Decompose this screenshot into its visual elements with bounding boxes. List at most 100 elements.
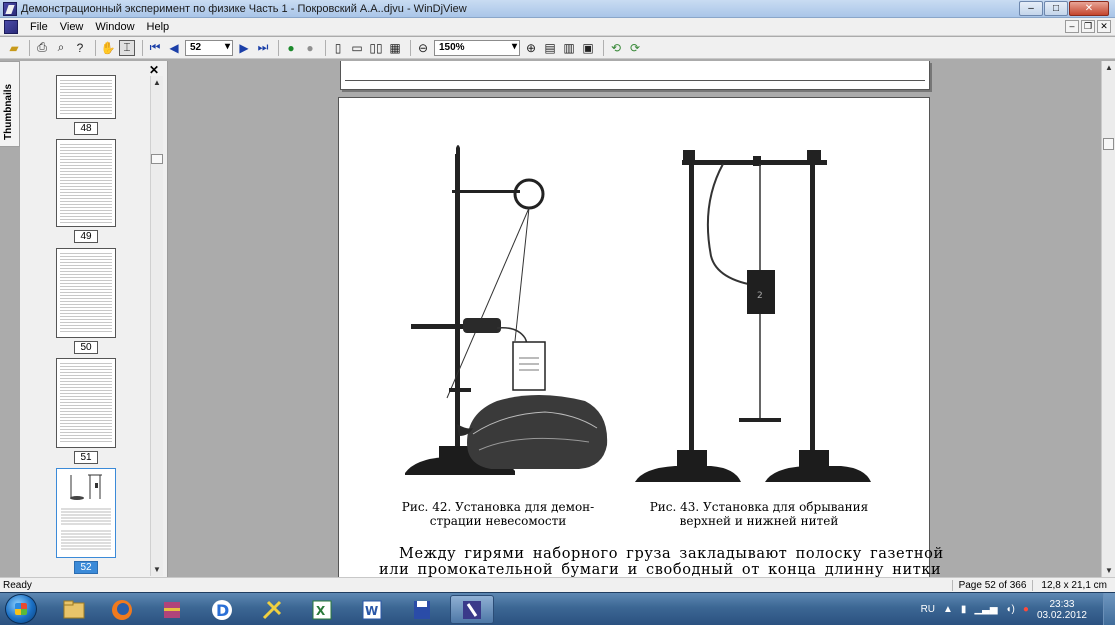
system-tray: RU ▲ ▮ ▁▃▅ ◖) ● 23:33 03.02.2012 xyxy=(921,593,1115,625)
winrar-icon[interactable] xyxy=(150,595,194,624)
thumbnail-page-48[interactable] xyxy=(56,75,116,119)
thumbnail-page-52[interactable] xyxy=(56,468,116,558)
toolbar-separator xyxy=(325,39,326,56)
excel-icon[interactable]: X xyxy=(300,595,344,624)
sidebar-scroll-thumb[interactable] xyxy=(151,154,163,164)
thumbnail-content xyxy=(57,249,115,337)
figure-43-caption: Рис. 43. Установка для обрывания верхней… xyxy=(639,500,879,528)
page-number-input[interactable]: 52 xyxy=(185,39,233,56)
tray-expand-icon[interactable]: ▲ xyxy=(943,604,953,615)
language-indicator[interactable]: RU xyxy=(921,604,935,615)
paragraph-line: Между гирями наборного груза закладывают… xyxy=(399,546,944,562)
help-icon[interactable]: ? xyxy=(72,40,88,56)
tab-thumbnails[interactable]: Thumbnails xyxy=(0,61,20,147)
close-button[interactable]: ✕ xyxy=(1069,1,1109,16)
fit-page-icon[interactable]: ▤ xyxy=(542,40,558,56)
mdi-minimize-button[interactable]: – xyxy=(1065,20,1079,33)
previous-page-icon[interactable]: ◀ xyxy=(166,40,182,56)
caption-line: Рис. 42. Установка для демон- xyxy=(401,500,595,514)
zoom-in-icon[interactable]: ⊕ xyxy=(523,40,539,56)
toolbar-separator xyxy=(410,39,411,56)
status-text: Ready xyxy=(3,579,32,591)
clock-date: 03.02.2012 xyxy=(1036,609,1087,621)
menu-file[interactable]: File xyxy=(24,21,54,33)
scroll-up-icon[interactable]: ▲ xyxy=(153,78,161,87)
utility-icon[interactable] xyxy=(250,595,294,624)
mdi-restore-button[interactable]: ❐ xyxy=(1081,20,1095,33)
next-page-icon[interactable]: ▶ xyxy=(236,40,252,56)
toolbar-separator xyxy=(95,39,96,56)
document-icon[interactable] xyxy=(4,19,18,34)
mdi-close-button[interactable]: ✕ xyxy=(1097,20,1111,33)
scroll-up-icon[interactable]: ▲ xyxy=(1105,63,1113,72)
toolbar-separator xyxy=(142,39,143,56)
menu-view[interactable]: View xyxy=(54,21,90,33)
thumbnail-label[interactable]: 48 xyxy=(74,122,98,135)
actual-size-icon[interactable]: ▣ xyxy=(580,40,596,56)
volume-icon[interactable]: ◖) xyxy=(1006,604,1015,615)
page-indicator: Page 52 of 366 xyxy=(951,579,1033,591)
thumbnail-label[interactable]: 50 xyxy=(74,341,98,354)
menu-window[interactable]: Window xyxy=(89,21,140,33)
svg-text:2: 2 xyxy=(757,291,763,301)
toolbar-separator xyxy=(278,39,279,56)
minimize-button[interactable]: – xyxy=(1019,1,1043,16)
rotate-left-icon[interactable]: ⟲ xyxy=(608,40,624,56)
thumbnail-page-50[interactable] xyxy=(56,248,116,338)
document-scroll-thumb[interactable] xyxy=(1103,138,1114,150)
thumbnail-page-51[interactable] xyxy=(56,358,116,448)
thumbnail-preview xyxy=(61,474,111,550)
first-page-icon[interactable]: ⏮ xyxy=(147,40,163,56)
thumbnail-label-selected[interactable]: 52 xyxy=(74,561,98,574)
thumbnail-label[interactable]: 49 xyxy=(74,230,98,243)
hand-tool-icon[interactable]: ✋ xyxy=(100,40,116,56)
document-view[interactable]: 2 Рис. 42. Установка для демон- страции … xyxy=(170,61,1101,577)
scroll-down-icon[interactable]: ▼ xyxy=(153,565,161,574)
save-disk-icon[interactable] xyxy=(400,595,444,624)
network-icon[interactable]: ▁▃▅ xyxy=(974,604,997,615)
print-icon[interactable]: ⎙ xyxy=(34,40,50,56)
facing-pages-icon[interactable]: ▯▯ xyxy=(368,40,384,56)
back-icon[interactable]: ● xyxy=(283,40,299,56)
window-title: Демонстрационный эксперимент по физике Ч… xyxy=(21,2,467,15)
antivirus-icon[interactable]: ● xyxy=(1023,604,1029,615)
show-desktop-button[interactable] xyxy=(1103,593,1115,625)
explorer-icon[interactable] xyxy=(52,595,96,624)
firefox-icon[interactable] xyxy=(100,595,144,624)
clock[interactable]: 23:33 03.02.2012 xyxy=(1037,599,1087,621)
zoom-out-icon[interactable]: ⊖ xyxy=(415,40,431,56)
sidebar-scrollbar[interactable]: ▲ ▼ xyxy=(150,76,163,576)
toolbar-separator xyxy=(603,39,604,56)
page-rule xyxy=(345,80,925,81)
maximize-button[interactable]: □ xyxy=(1044,1,1068,16)
fit-width-icon[interactable]: ▥ xyxy=(561,40,577,56)
app-icon[interactable] xyxy=(3,1,17,16)
windjview-taskbar-icon[interactable] xyxy=(450,595,494,624)
forward-icon[interactable]: ● xyxy=(302,40,318,56)
open-icon[interactable]: ▰ xyxy=(6,40,22,56)
thumbnails-panel: ✕ 48 49 50 51 52 ▲ ▼ xyxy=(20,61,168,577)
zoom-select[interactable]: 150% xyxy=(434,39,520,56)
select-tool-icon[interactable]: ⌶ xyxy=(119,39,135,56)
rotate-right-icon[interactable]: ⟳ xyxy=(627,40,643,56)
thumbnail-page-49[interactable] xyxy=(56,139,116,227)
single-page-icon[interactable]: ▯ xyxy=(330,40,346,56)
close-icon[interactable]: ✕ xyxy=(149,63,159,77)
last-page-icon[interactable]: ⏭ xyxy=(255,40,271,56)
find-icon[interactable]: ⌕ xyxy=(53,40,69,56)
svg-text:D: D xyxy=(216,601,229,620)
document-scrollbar[interactable]: ▲ ▼ xyxy=(1101,61,1115,577)
daemon-tools-icon[interactable]: D xyxy=(200,595,244,624)
toolbar-separator xyxy=(29,39,30,56)
thumbnail-label[interactable]: 51 xyxy=(74,451,98,464)
continuous-icon[interactable]: ▭ xyxy=(349,40,365,56)
menu-help[interactable]: Help xyxy=(141,21,176,33)
word-icon[interactable]: W xyxy=(350,595,394,624)
body-paragraph: Между гирями наборного груза закладывают… xyxy=(379,546,944,577)
figure-42-caption: Рис. 42. Установка для демон- страции не… xyxy=(383,500,613,528)
scroll-down-icon[interactable]: ▼ xyxy=(1105,566,1113,575)
toolbar: ▰ ⎙ ⌕ ? ✋ ⌶ ⏮ ◀ 52 ▶ ⏭ ● ● ▯ ▭ ▯▯ ▦ ⊖ 15… xyxy=(0,37,1115,59)
usb-icon[interactable]: ▮ xyxy=(961,604,967,615)
continuous-facing-icon[interactable]: ▦ xyxy=(387,40,403,56)
start-button[interactable] xyxy=(5,594,37,624)
